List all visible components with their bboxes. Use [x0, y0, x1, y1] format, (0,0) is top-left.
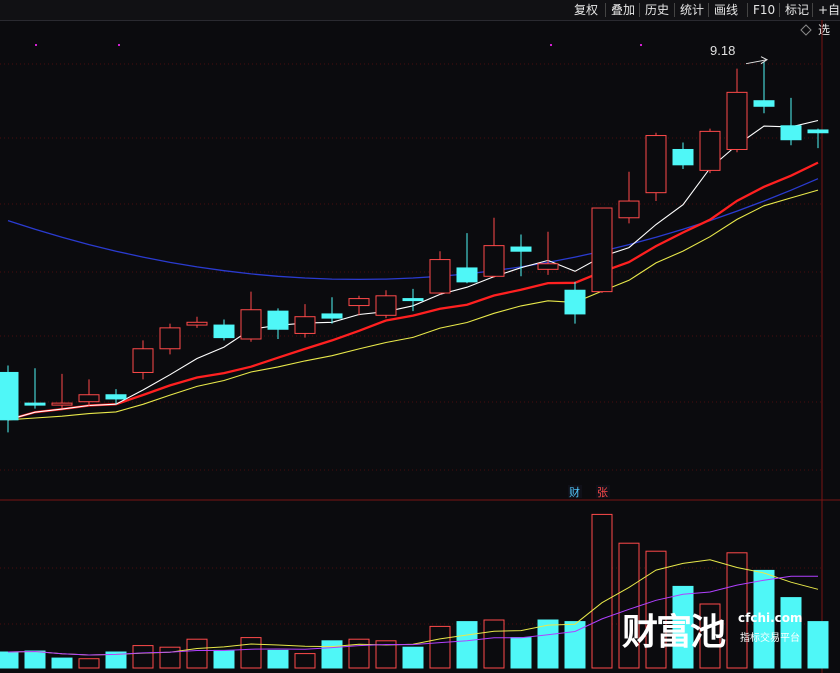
- flag-label: 张: [597, 486, 608, 499]
- candle-body: [726, 91, 748, 150]
- volume-bar: [132, 645, 154, 669]
- watermark-tagline: 指标交易平台: [740, 633, 800, 644]
- candle-body: [105, 394, 127, 400]
- toolbar-separator: [674, 3, 675, 17]
- volume-bar: [51, 657, 73, 669]
- candle-body: [0, 371, 19, 421]
- toolbar-button-7[interactable]: +自选: [814, 0, 840, 37]
- toolbar-button-6[interactable]: 标记: [781, 0, 813, 20]
- candle-body: [483, 245, 505, 277]
- volume-bar: [267, 649, 289, 669]
- candle-body: [591, 207, 613, 293]
- max-price-label: 9.18: [710, 43, 735, 58]
- toolbar-separator: [708, 3, 709, 17]
- candle-body: [564, 289, 586, 315]
- ma5-line: [7, 119, 819, 421]
- volume-bar: [348, 638, 370, 669]
- volume-bar: [213, 649, 235, 669]
- marker-dot: [35, 44, 37, 46]
- toolbar-button-2[interactable]: 历史: [641, 0, 673, 20]
- candle-body: [78, 394, 100, 403]
- event-flags[interactable]: 财张: [568, 485, 610, 499]
- candle-body: [159, 327, 181, 350]
- candle-body: [186, 321, 208, 326]
- volume-bar: [510, 637, 532, 669]
- event-flag-0[interactable]: 财: [568, 485, 582, 499]
- candle-body: [321, 313, 343, 319]
- toolbar-button-1[interactable]: 叠加: [607, 0, 639, 20]
- candle-body: [24, 402, 46, 406]
- volume-bar: [321, 640, 343, 669]
- candle-body: [672, 148, 694, 166]
- candle-body: [699, 130, 721, 171]
- candle-body: [213, 324, 235, 339]
- volume-bar: [240, 637, 262, 669]
- volume-bar: [456, 621, 478, 669]
- candle-body: [537, 263, 559, 270]
- toolbar-separator: [747, 3, 748, 17]
- volume-bar: [78, 658, 100, 669]
- toolbar-separator: [605, 3, 606, 17]
- candle-body: [348, 298, 370, 307]
- candle-body: [780, 125, 802, 141]
- diamond-icon: [800, 24, 812, 36]
- candle-body: [132, 348, 154, 373]
- volume-bar: [591, 513, 613, 669]
- candle-body: [267, 310, 289, 330]
- marker-dot: [550, 44, 552, 46]
- kline-chart[interactable]: 9.18 财张: [0, 20, 840, 673]
- candle-body: [807, 129, 829, 134]
- toolbar: 复权 叠加 历史 统计 画线 F10 标记 +自选: [0, 0, 840, 37]
- toolbar-button-3[interactable]: 统计: [676, 0, 708, 20]
- moving-average-lines: [7, 119, 819, 421]
- candle-body: [294, 316, 316, 334]
- volume-bar: [537, 619, 559, 669]
- watermark-site: cfchi.com: [738, 611, 803, 625]
- event-flag-1[interactable]: 张: [596, 485, 610, 499]
- volume-bar: [0, 651, 19, 669]
- marker-dot: [640, 44, 642, 46]
- flag-label: 财: [569, 485, 580, 499]
- volume-bar: [483, 619, 505, 669]
- volume-bar: [429, 625, 451, 669]
- candle-body: [618, 200, 640, 219]
- volume-bar: [24, 650, 46, 669]
- candle-body: [510, 246, 532, 252]
- ma60-line: [7, 178, 819, 281]
- toolbar-separator: [779, 3, 780, 17]
- candle-body: [402, 298, 424, 302]
- candle-body: [51, 402, 73, 406]
- candles: [0, 61, 829, 433]
- toolbar-separator: [812, 3, 813, 17]
- toolbar-separator: [639, 3, 640, 17]
- volume-bar: [294, 653, 316, 669]
- candle-body: [375, 295, 397, 316]
- toolbar-button-0[interactable]: 复权: [570, 0, 602, 20]
- volume-bar: [807, 621, 829, 669]
- max-price-annotation: 9.18: [710, 43, 768, 65]
- grid-lines: [0, 20, 840, 673]
- candle-body: [429, 259, 451, 294]
- candle-body: [240, 309, 262, 340]
- candle-body: [645, 135, 667, 194]
- volume-bar: [402, 646, 424, 669]
- toolbar-button-4[interactable]: 画线: [710, 0, 742, 20]
- candle-body: [753, 100, 775, 107]
- watermark-brand: 财富池: [622, 612, 726, 653]
- volume-bar: [159, 646, 181, 669]
- candle-body: [456, 267, 478, 283]
- toolbar-button-5[interactable]: F10: [749, 0, 779, 20]
- marker-dot: [118, 44, 120, 46]
- volume-bar: [186, 638, 208, 669]
